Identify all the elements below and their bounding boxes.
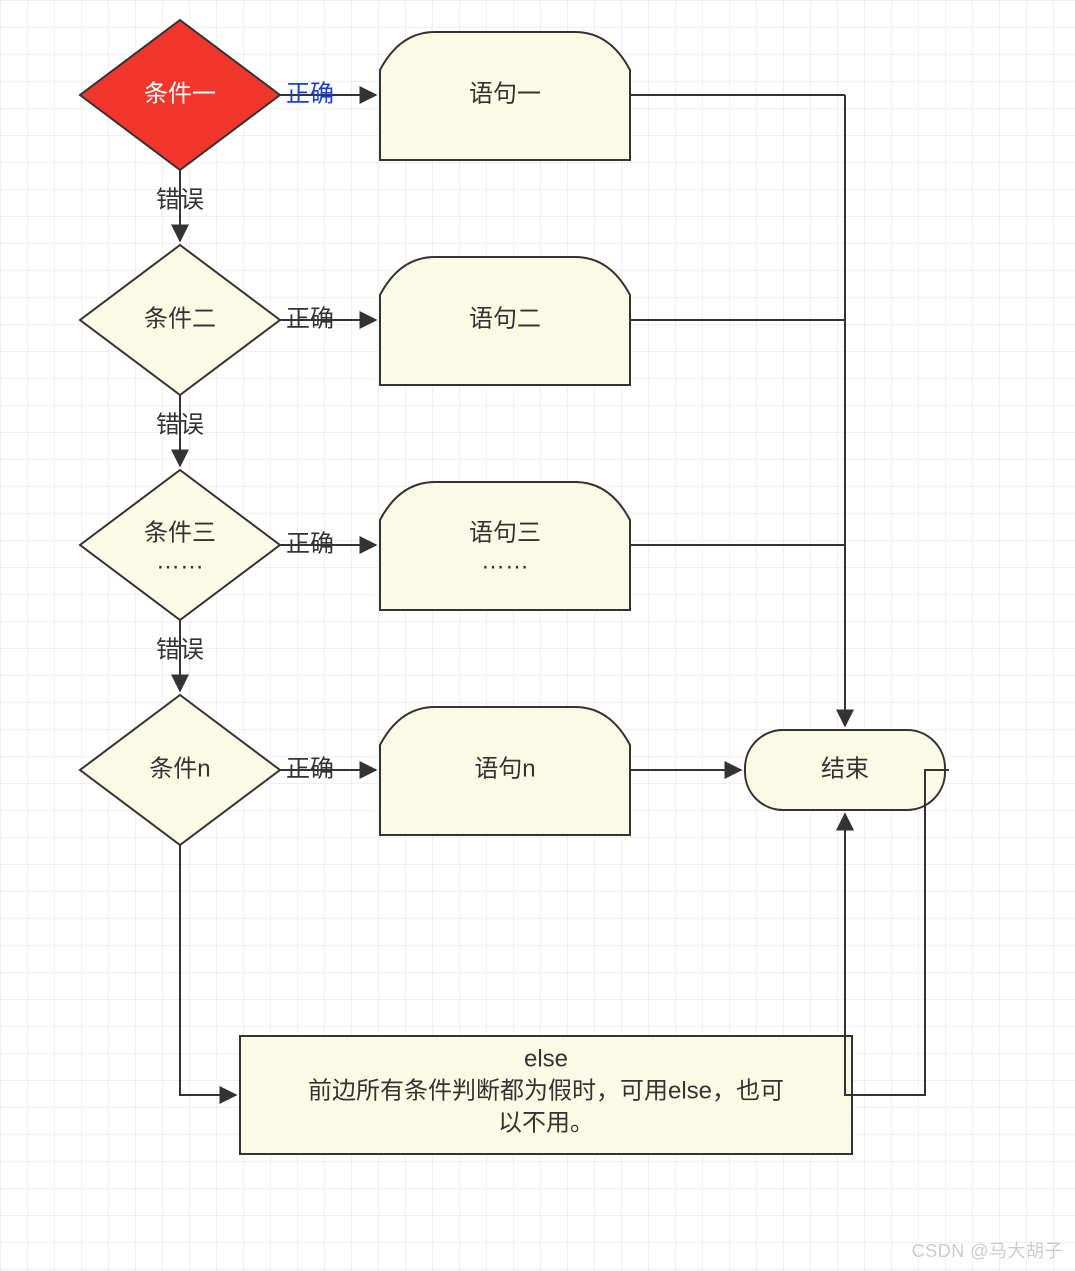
edge-condn-false <box>180 845 236 1095</box>
decision-condition-1-label: 条件一 <box>144 80 216 107</box>
decision-condition-2-label: 条件二 <box>144 305 216 332</box>
svg-text:错误: 错误 <box>156 411 204 438</box>
watermark-text: CSDN @马大胡子 <box>912 1237 1063 1263</box>
process-else-label-3: 以不用。 <box>498 1109 594 1136</box>
decision-condition-1: 条件一 <box>80 20 280 170</box>
process-statement-n-label: 语句n <box>474 755 535 782</box>
edge-else-end <box>852 770 949 1095</box>
svg-text:正确: 正确 <box>286 530 334 557</box>
decision-condition-3: 条件三 …… <box>80 470 280 620</box>
process-statement-2: 语句二 <box>380 257 630 385</box>
process-statement-n: 语句n <box>380 707 630 835</box>
process-statement-3-label-2: …… <box>481 547 529 574</box>
svg-text:错误: 错误 <box>156 186 204 213</box>
process-else-label-2: 前边所有条件判断都为假时，可用else，也可 <box>308 1077 784 1104</box>
edge-cond2-false: 错误 <box>156 395 204 466</box>
process-else: else 前边所有条件判断都为假时，可用else，也可 以不用。 <box>240 1036 852 1154</box>
svg-text:正确: 正确 <box>286 755 334 782</box>
svg-text:正确: 正确 <box>286 80 334 107</box>
decision-condition-n: 条件n <box>80 695 280 845</box>
process-statement-3: 语句三 …… <box>380 482 630 610</box>
edge-cond1-false: 错误 <box>156 170 204 241</box>
edge-cond2-true: 正确 <box>280 305 376 332</box>
edge-condn-true: 正确 <box>280 755 376 782</box>
process-statement-1-label: 语句一 <box>469 80 541 107</box>
decision-condition-3-label-1: 条件三 <box>144 519 216 546</box>
flowchart-canvas: 条件一 条件二 条件三 …… 条件n 语句一 语句二 语句三 …… 语句n 结束 <box>0 0 1075 1271</box>
decision-condition-3-label-2: …… <box>156 547 204 574</box>
edge-cond3-true: 正确 <box>280 530 376 557</box>
edge-cond3-false: 错误 <box>156 620 204 691</box>
decision-condition-2: 条件二 <box>80 245 280 395</box>
process-statement-1: 语句一 <box>380 32 630 160</box>
process-else-label-1: else <box>524 1045 568 1072</box>
svg-text:正确: 正确 <box>286 305 334 332</box>
process-statement-2-label: 语句二 <box>469 305 541 332</box>
process-statement-3-label-1: 语句三 <box>469 519 541 546</box>
decision-condition-n-label: 条件n <box>149 755 210 782</box>
edge-cond1-true: 正确 <box>280 80 376 107</box>
terminator-end-label: 结束 <box>821 755 869 782</box>
svg-text:错误: 错误 <box>156 636 204 663</box>
